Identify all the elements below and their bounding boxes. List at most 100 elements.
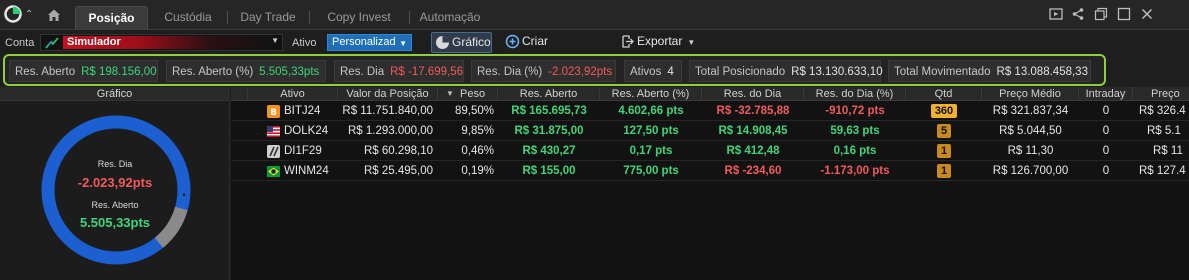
cell-peso: 0,46% <box>461 145 494 157</box>
donut-res-aberto-value: 5.505,33pts <box>79 215 151 230</box>
svg-text:B: B <box>270 108 277 118</box>
positions-table: Ativo Valor da Posição ▼ Peso Res. Abert… <box>231 87 1189 280</box>
table-row[interactable]: DI1F29 R$ 60.298,10 0,46% R$ 430,27 0,17… <box>231 142 1189 161</box>
criar-carteira-button[interactable]: Criar Carteira▼ <box>502 32 606 67</box>
table-header: Ativo Valor da Posição ▼ Peso Res. Abert… <box>231 87 1189 101</box>
share-icon[interactable] <box>1071 7 1085 21</box>
conta-label: Conta <box>5 37 35 49</box>
summary-res-dia: Res. Dia R$ -17.699,56 <box>334 60 464 82</box>
qtd-badge: 360 <box>930 104 958 118</box>
sort-desc-icon: ▼ <box>446 89 454 98</box>
tab-custodia[interactable]: Custódia <box>150 6 226 30</box>
col-ativo[interactable]: Ativo <box>248 87 338 101</box>
chevron-down-icon: ▼ <box>399 39 407 48</box>
tab-automacao[interactable]: Automação <box>410 6 490 30</box>
cell-peso: 0,19% <box>461 165 494 177</box>
summary-value: R$ 198.156,00 <box>81 66 157 78</box>
cell-res-dia-pct: 59,63 pts <box>830 125 880 137</box>
di-rate-icon <box>267 145 280 158</box>
cell-qtd: 1 <box>906 142 982 161</box>
us-flag-icon <box>267 126 280 137</box>
summary-value: -2.023,92pts <box>548 66 613 78</box>
donut-res-dia-label: Res. Dia <box>97 159 133 169</box>
video-icon[interactable] <box>1049 7 1063 21</box>
cell-intraday: 0 <box>1102 125 1110 137</box>
col-res-dia[interactable]: Res. do Dia <box>702 87 804 101</box>
tab-day-trade[interactable]: Day Trade <box>228 6 308 30</box>
cell-preco-medio: R$ 321.837,34 <box>992 105 1069 117</box>
close-icon[interactable] <box>1140 7 1154 21</box>
cell-intraday: 0 <box>1102 105 1110 117</box>
cell-res-dia-pct: 0,16 pts <box>833 145 877 157</box>
chevron-down-icon: ▼ <box>271 36 279 45</box>
table-row[interactable]: B BITJ24 R$ 11.751.840,00 89,50% R$ 165.… <box>231 102 1189 121</box>
summary-res-aberto-pct: Res. Aberto (%) 5.505,33pts <box>166 60 326 82</box>
table-row[interactable]: WINM24 R$ 25.495,00 0,19% R$ 155,00 775,… <box>231 162 1189 181</box>
col-preco[interactable]: Preço <box>1133 87 1189 101</box>
cell-intraday: 0 <box>1102 165 1110 177</box>
cell-res-aberto: R$ 31.875,00 <box>514 125 584 137</box>
restore-window-icon[interactable] <box>1094 7 1108 21</box>
summary-value: R$ -17.699,56 <box>390 66 463 78</box>
col-peso[interactable]: ▼ Peso <box>438 87 498 101</box>
app-logo-icon[interactable] <box>4 5 22 23</box>
cell-qtd: 360 <box>906 102 982 121</box>
qtd-badge: 5 <box>936 124 952 138</box>
bitcoin-icon: B <box>267 105 280 118</box>
header-spacer <box>231 87 248 101</box>
donut-res-dia-value: -2.023,92pts <box>77 175 153 190</box>
cell-preco: R$ 11 <box>1153 145 1183 157</box>
summary-ativos: Ativos 4 <box>624 60 682 82</box>
col-preco-medio[interactable]: Preço Médio <box>982 87 1079 101</box>
col-valor-posicao[interactable]: Valor da Posição <box>338 87 438 101</box>
col-intraday[interactable]: Intraday <box>1079 87 1133 101</box>
grafico-button[interactable]: Gráfico <box>431 32 492 53</box>
home-icon[interactable] <box>46 7 62 23</box>
summary-label: Ativos <box>630 66 662 78</box>
cell-ativo: WINM24 <box>284 165 329 177</box>
donut-res-aberto-label: Res. Aberto <box>91 200 139 210</box>
cell-res-aberto: R$ 155,00 <box>522 165 576 177</box>
cell-res-dia: R$ -234,60 <box>724 165 782 177</box>
conta-select[interactable]: Simulador ▼ <box>40 34 283 51</box>
cell-res-aberto: R$ 165.695,73 <box>511 105 587 117</box>
qtd-badge: 1 <box>936 164 952 178</box>
cell-res-dia: R$ -32.785,88 <box>716 105 790 117</box>
cell-ativo: DI1F29 <box>284 145 322 157</box>
cell-peso: 89,50% <box>454 105 494 117</box>
col-res-dia-pct[interactable]: Res. do Dia (%) <box>804 87 906 101</box>
ativo-label: Ativo <box>292 37 317 49</box>
cell-res-aberto-pct: 0,17 pts <box>629 145 673 157</box>
exportar-button[interactable]: Exportar ▼ <box>617 32 699 53</box>
summary-value: 4 <box>667 66 674 78</box>
summary-value: R$ 13.088.458,33 <box>996 66 1088 78</box>
tab-copy-invest[interactable]: Copy Invest <box>310 6 408 30</box>
export-icon <box>622 35 634 48</box>
col-res-aberto-pct[interactable]: Res. Aberto (%) <box>600 87 702 101</box>
chevron-up-icon[interactable]: ⌃ <box>25 9 35 20</box>
exportar-label: Exportar <box>637 34 683 48</box>
conta-value: Simulador <box>63 36 273 49</box>
cell-intraday: 0 <box>1102 145 1110 157</box>
table-row[interactable]: DOLK24 R$ 1.293.000,00 9,85% R$ 31.875,0… <box>231 122 1189 141</box>
tab-posicao[interactable]: Posição <box>75 6 148 30</box>
cell-valor: R$ 60.298,10 <box>363 145 433 157</box>
cell-res-dia-pct: -1.173,00 pts <box>820 165 890 177</box>
toolbar: Conta Simulador ▼ Ativo Personalizad ▼ G… <box>0 31 1189 67</box>
summary-total-movimentado: Total Movimentado R$ 13.088.458,33 <box>888 60 1091 82</box>
summary-label: Res. Aberto (%) <box>172 66 254 78</box>
summary-res-aberto: Res. Aberto R$ 198.156,00 <box>9 60 158 82</box>
cell-res-aberto-pct: 127,50 pts <box>623 125 679 137</box>
cell-res-aberto: R$ 430,27 <box>522 145 576 157</box>
summary-value: R$ 13.130.633,10 <box>791 66 883 78</box>
cell-preco: R$ 127.4 <box>1139 165 1186 177</box>
cell-res-dia: R$ 412,48 <box>726 145 780 157</box>
col-qtd[interactable]: Qtd <box>906 87 982 101</box>
maximize-icon[interactable] <box>1117 7 1131 21</box>
chevron-down-icon: ▼ <box>687 38 696 47</box>
col-res-aberto[interactable]: Res. Aberto <box>498 87 600 101</box>
ativo-select[interactable]: Personalizad ▼ <box>327 34 412 51</box>
grafico-label: Gráfico <box>452 35 491 49</box>
cell-qtd: 5 <box>906 122 982 141</box>
cell-valor: R$ 25.495,00 <box>363 165 433 177</box>
